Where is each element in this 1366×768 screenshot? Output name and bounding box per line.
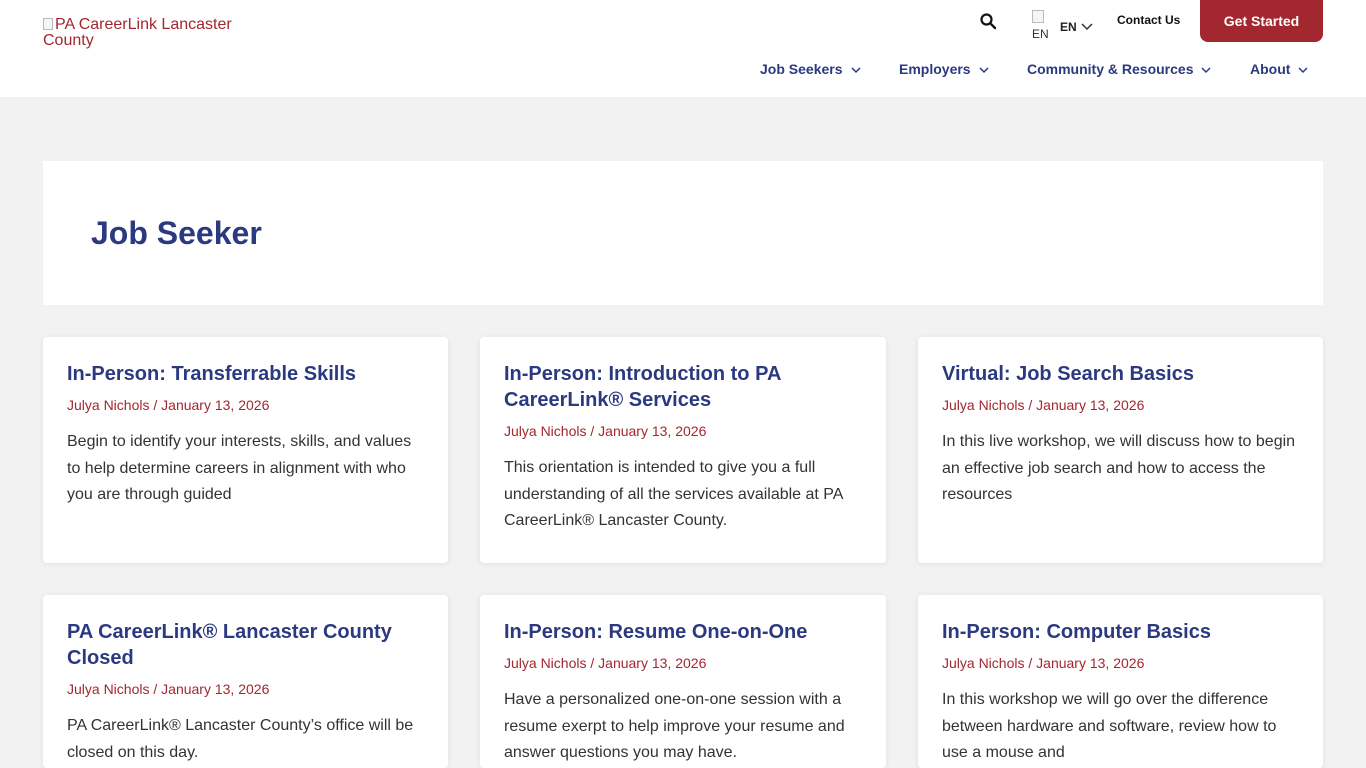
post-author[interactable]: Julya Nichols xyxy=(942,397,1024,413)
meta-separator: / xyxy=(149,681,162,697)
post-meta: Julya Nichols / January 13, 2026 xyxy=(942,396,1299,414)
page-title-box: Job Seeker xyxy=(43,161,1323,305)
get-started-button[interactable]: Get Started xyxy=(1200,0,1323,42)
post-card: PA CareerLink® Lancaster County Closed J… xyxy=(43,595,448,768)
post-card: In-Person: Computer Basics Julya Nichols… xyxy=(918,595,1323,768)
chevron-down-icon xyxy=(1081,23,1093,31)
broken-image-icon xyxy=(43,18,53,30)
post-card: In-Person: Resume One-on-One Julya Nicho… xyxy=(480,595,886,768)
nav-item-label: Job Seekers xyxy=(760,61,843,77)
flag-alt-text: EN xyxy=(1032,27,1049,41)
post-title[interactable]: PA CareerLink® Lancaster County Closed xyxy=(67,619,424,671)
nav-item-community-resources[interactable]: Community & Resources xyxy=(1027,61,1212,77)
logo-alt-text: PA CareerLink Lancaster County xyxy=(43,16,232,49)
nav-item-label: Community & Resources xyxy=(1027,61,1194,77)
post-date: January 13, 2026 xyxy=(1036,655,1145,671)
post-author[interactable]: Julya Nichols xyxy=(942,655,1024,671)
post-author[interactable]: Julya Nichols xyxy=(504,655,586,671)
meta-separator: / xyxy=(1024,397,1037,413)
post-author[interactable]: Julya Nichols xyxy=(67,681,149,697)
site-logo[interactable]: PA CareerLink Lancaster County xyxy=(43,17,263,49)
post-author[interactable]: Julya Nichols xyxy=(67,397,149,413)
post-date: January 13, 2026 xyxy=(1036,397,1145,413)
chevron-down-icon xyxy=(1201,67,1212,74)
post-date: January 13, 2026 xyxy=(161,397,270,413)
post-meta: Julya Nichols / January 13, 2026 xyxy=(67,396,424,414)
post-title[interactable]: In-Person: Transferrable Skills xyxy=(67,361,424,387)
language-flag: EN xyxy=(1030,8,1050,42)
post-card: In-Person: Introduction to PA CareerLink… xyxy=(480,337,886,563)
post-excerpt: In this live workshop, we will discuss h… xyxy=(942,433,1296,503)
post-excerpt: PA CareerLink® Lancaster County’s office… xyxy=(67,717,414,761)
post-excerpt: In this workshop we will go over the dif… xyxy=(942,691,1277,761)
post-card: In-Person: Transferrable Skills Julya Ni… xyxy=(43,337,448,563)
post-date: January 13, 2026 xyxy=(598,423,707,439)
post-title[interactable]: In-Person: Introduction to PA CareerLink… xyxy=(504,361,862,413)
search-icon[interactable] xyxy=(979,12,997,30)
post-title[interactable]: Virtual: Job Search Basics xyxy=(942,361,1299,387)
post-meta: Julya Nichols / January 13, 2026 xyxy=(942,654,1299,672)
chevron-down-icon xyxy=(1298,67,1308,74)
post-meta: Julya Nichols / January 13, 2026 xyxy=(67,680,424,698)
nav-item-label: Employers xyxy=(899,61,971,77)
post-meta: Julya Nichols / January 13, 2026 xyxy=(504,654,862,672)
post-excerpt: Begin to identify your interests, skills… xyxy=(67,433,412,503)
broken-image-icon xyxy=(1032,10,1044,23)
meta-separator: / xyxy=(1024,655,1037,671)
post-title[interactable]: In-Person: Resume One-on-One xyxy=(504,619,862,645)
post-date: January 13, 2026 xyxy=(161,681,270,697)
nav-item-label: About xyxy=(1250,61,1291,77)
post-title[interactable]: In-Person: Computer Basics xyxy=(942,619,1299,645)
post-author[interactable]: Julya Nichols xyxy=(504,423,586,439)
post-excerpt: This orientation is intended to give you… xyxy=(504,459,843,529)
meta-separator: / xyxy=(149,397,162,413)
post-card: Virtual: Job Search Basics Julya Nichols… xyxy=(918,337,1323,563)
site-header: PA CareerLink Lancaster County EN EN Con… xyxy=(0,0,1366,97)
post-meta: Julya Nichols / January 13, 2026 xyxy=(504,422,862,440)
nav-item-employers[interactable]: Employers xyxy=(899,61,989,77)
nav-item-about[interactable]: About xyxy=(1250,61,1308,77)
post-date: January 13, 2026 xyxy=(598,655,707,671)
meta-separator: / xyxy=(586,423,599,439)
chevron-down-icon xyxy=(850,67,861,74)
contact-us-link[interactable]: Contact Us xyxy=(1117,13,1180,27)
post-excerpt: Have a personalized one-on-one session w… xyxy=(504,691,845,761)
language-code: EN xyxy=(1060,20,1077,34)
page-title: Job Seeker xyxy=(91,215,262,251)
nav-item-job-seekers[interactable]: Job Seekers xyxy=(760,61,861,77)
chevron-down-icon xyxy=(979,67,989,74)
meta-separator: / xyxy=(586,655,599,671)
